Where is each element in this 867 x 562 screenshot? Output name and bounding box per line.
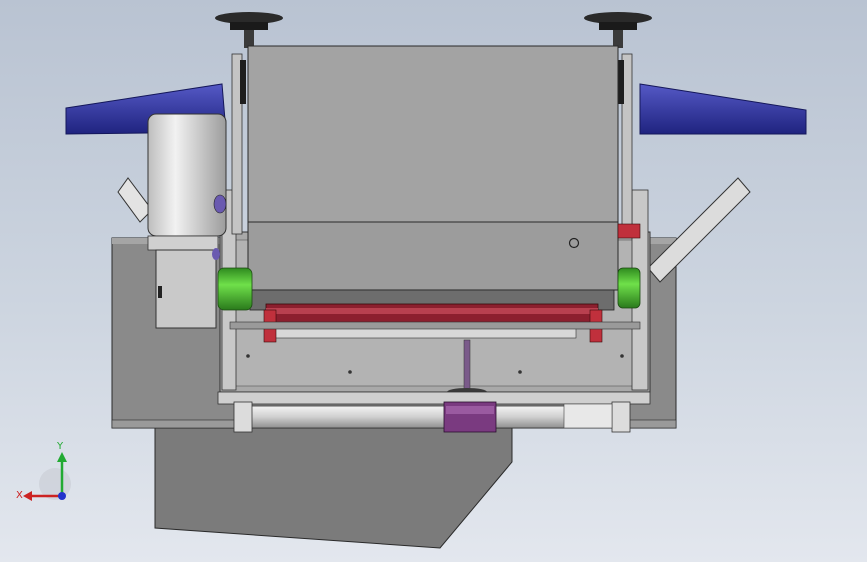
orientation-triad[interactable]: Y X (10, 438, 80, 510)
green-roller-right (617, 267, 641, 309)
leveling-foot-right[interactable] (584, 12, 652, 48)
x-axis-label: X (16, 490, 23, 501)
cad-viewport[interactable]: Y X (0, 0, 867, 562)
y-arrow-icon (57, 452, 67, 462)
guide-rail (217, 391, 651, 433)
motor[interactable] (147, 113, 227, 329)
machine-model[interactable] (0, 0, 867, 562)
green-roller-left (217, 267, 253, 311)
main-housing[interactable] (247, 45, 619, 291)
lower-hopper (154, 427, 513, 549)
left-chute (117, 177, 153, 223)
right-wing (639, 83, 807, 135)
x-arrow-icon (23, 491, 32, 501)
z-axis-icon (58, 492, 66, 500)
red-bracket-right (617, 223, 641, 239)
y-axis-label: Y (56, 441, 64, 452)
slider-block[interactable] (443, 401, 497, 433)
leveling-foot-left[interactable] (215, 12, 283, 48)
right-chute (647, 177, 751, 283)
